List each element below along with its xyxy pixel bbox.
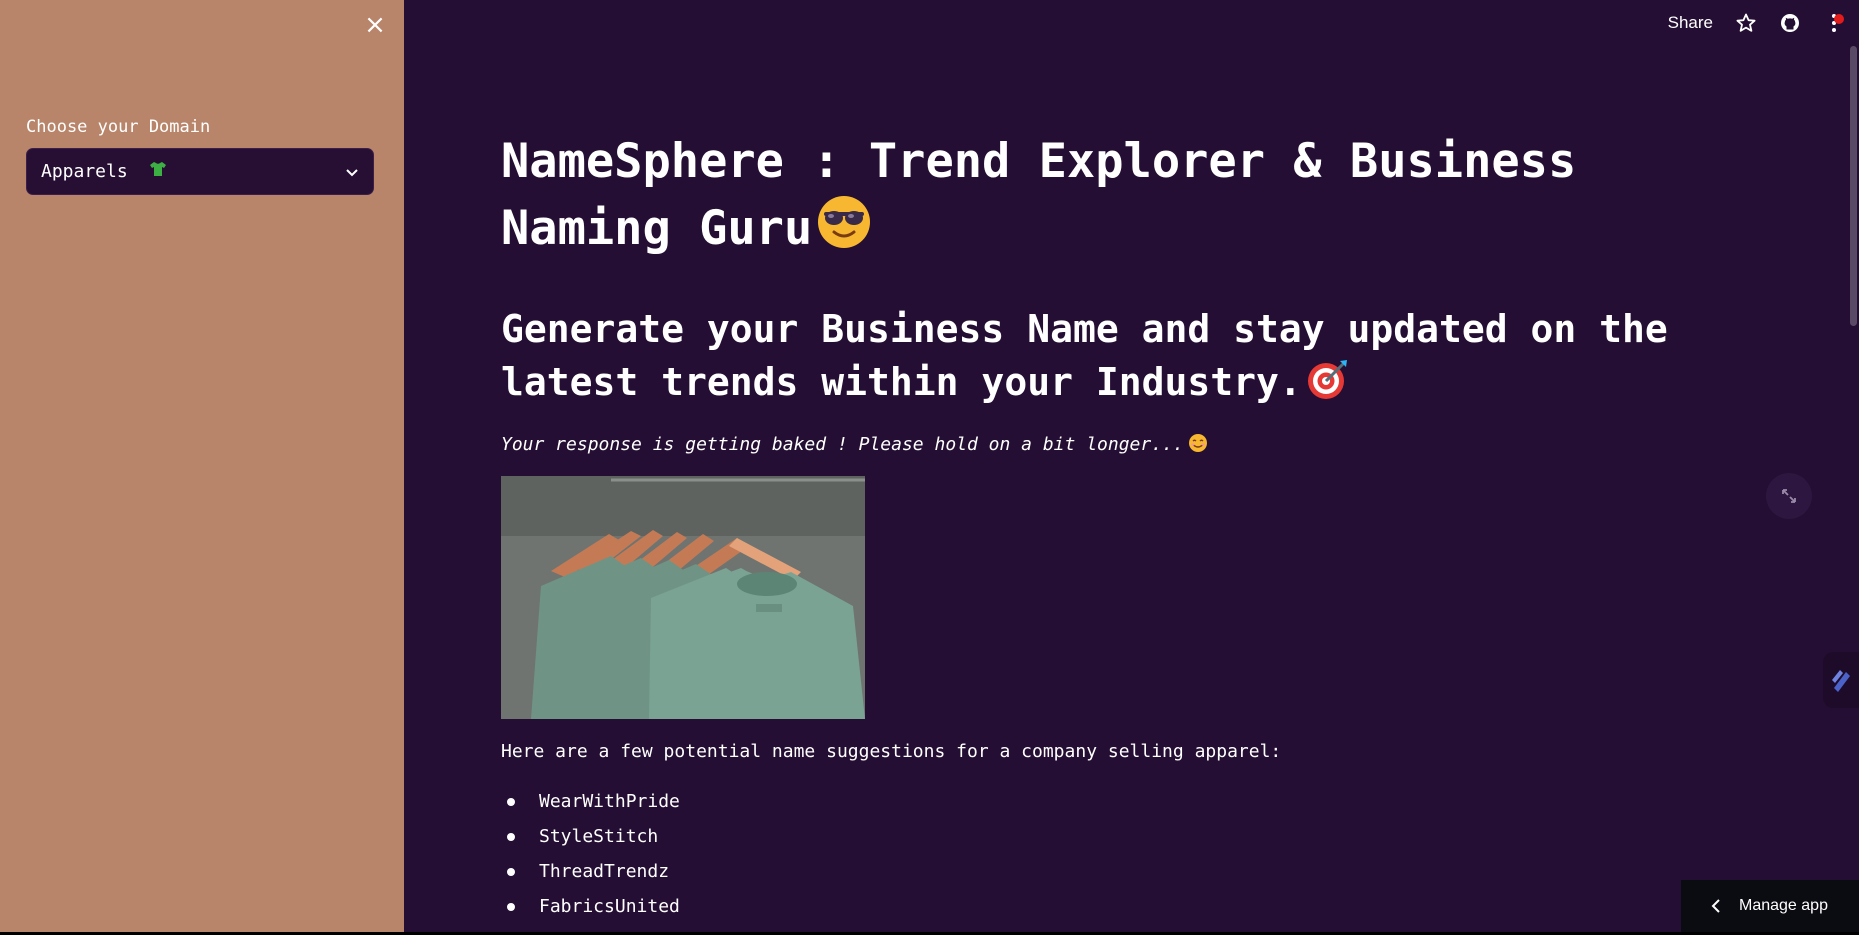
apparel-photo <box>501 476 865 719</box>
name-suggestion: FabricsUnited <box>539 896 680 917</box>
tshirt-icon <box>149 161 167 177</box>
close-sidebar-icon[interactable]: × <box>362 12 388 38</box>
page-title: NameSphere : Trend Explorer & Business N… <box>501 130 1761 267</box>
domain-label: Choose your Domain <box>26 117 211 137</box>
name-suggestion: ThreadTrendz <box>539 861 670 882</box>
content-area: NameSphere : Trend Explorer & Business N… <box>501 130 1761 924</box>
star-icon[interactable] <box>1735 12 1757 34</box>
more-menu-icon[interactable] <box>1823 12 1845 34</box>
page-title-text: NameSphere : Trend Explorer & Business N… <box>501 134 1577 256</box>
scrollbar[interactable] <box>1850 46 1857 326</box>
sidebar: × Choose your Domain Apparels <box>0 0 404 932</box>
status-message: Your response is getting baked ! Please … <box>501 433 1761 458</box>
fullscreen-expand-icon[interactable] <box>1766 473 1812 519</box>
chevron-down-icon <box>345 165 359 179</box>
top-toolbar: Share <box>1668 0 1859 46</box>
status-message-text: Your response is getting baked ! Please … <box>501 434 1184 455</box>
share-button[interactable]: Share <box>1668 13 1713 33</box>
name-suggestions-list: WearWithPride StyleStitch ThreadTrendz F… <box>501 784 1761 924</box>
name-suggestion: WearWithPride <box>539 791 680 812</box>
list-item: StyleStitch <box>501 819 1761 854</box>
list-item: WearWithPride <box>501 784 1761 819</box>
target-emoji-icon <box>1306 357 1350 415</box>
intro-text: Here are a few potential name suggestion… <box>501 741 1282 762</box>
manage-app-button[interactable]: Manage app <box>1681 880 1859 932</box>
sunglasses-emoji-icon <box>816 194 872 267</box>
page-subtitle-text: Generate your Business Name and stay upd… <box>501 307 1668 404</box>
chevron-left-icon <box>1711 899 1721 913</box>
page-subtitle: Generate your Business Name and stay upd… <box>501 303 1761 415</box>
github-icon[interactable] <box>1779 12 1801 34</box>
domain-select[interactable]: Apparels <box>26 148 374 195</box>
side-widget-icon[interactable] <box>1823 652 1859 708</box>
list-item: ThreadTrendz <box>501 854 1761 889</box>
main-content: Share NameSphere : Trend Explorer & Busi… <box>404 0 1859 932</box>
list-item: FabricsUnited <box>501 889 1761 924</box>
smile-emoji-icon <box>1188 433 1208 458</box>
manage-app-label: Manage app <box>1739 897 1828 914</box>
name-suggestion: StyleStitch <box>539 826 659 847</box>
domain-select-value: Apparels <box>41 161 128 182</box>
